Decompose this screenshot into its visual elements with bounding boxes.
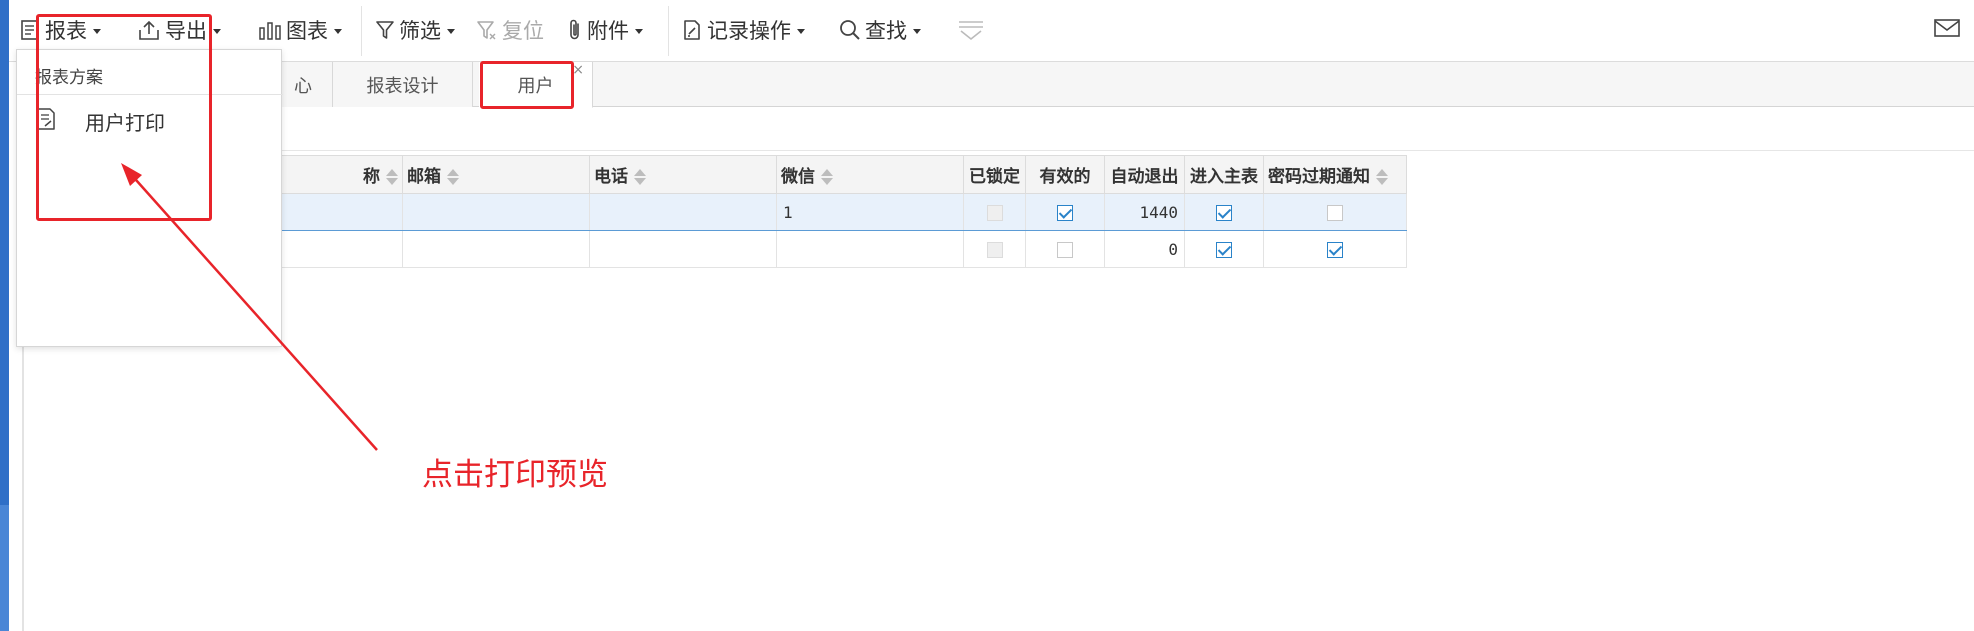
mail-icon[interactable] <box>1934 18 1960 42</box>
record-operations-button[interactable]: 记录操作 <box>681 14 805 46</box>
close-icon[interactable]: × <box>572 63 584 77</box>
password-notice-checkbox[interactable] <box>1327 242 1343 258</box>
filter-label: 筛选 <box>399 19 441 43</box>
password-notice-checkbox[interactable] <box>1327 205 1343 221</box>
left-edge-strip-lower <box>0 505 9 631</box>
left-edge-strip <box>0 0 9 631</box>
valid-checkbox[interactable] <box>1057 205 1073 221</box>
filter-icon <box>375 19 395 41</box>
cell-locked[interactable] <box>963 193 1026 231</box>
cell-phone[interactable] <box>589 193 777 231</box>
locked-checkbox <box>986 205 1003 221</box>
attachment-button[interactable]: 附件 <box>567 14 643 46</box>
cell-password-notice[interactable] <box>1263 230 1407 268</box>
column-header-locked[interactable]: 已锁定 <box>963 155 1026 194</box>
annotation-box-user-tab <box>480 61 574 109</box>
cell-valid[interactable] <box>1025 193 1105 231</box>
column-header-wechat[interactable]: 微信 <box>776 155 964 194</box>
tab-label: 心 <box>294 75 312 97</box>
cell-email[interactable] <box>402 230 590 268</box>
annotation-box-report-menu <box>36 14 212 221</box>
edit-document-icon <box>681 18 703 42</box>
column-header-phone[interactable]: 电话 <box>589 155 777 194</box>
paperclip-icon <box>567 18 583 42</box>
valid-checkbox[interactable] <box>1057 242 1073 258</box>
reset-label: 复位 <box>502 19 544 43</box>
chart-button[interactable]: 图表 <box>258 14 342 46</box>
column-header-auto-logout[interactable]: 自动退出 <box>1104 155 1185 194</box>
chevron-down-icon <box>213 28 221 34</box>
find-label: 查找 <box>865 19 907 43</box>
sub-toolbar-area <box>22 107 1974 151</box>
column-header-enter-main[interactable]: 进入主表 <box>1184 155 1264 194</box>
column-header-password-notice[interactable]: 密码过期通知 <box>1263 155 1407 194</box>
sort-icon[interactable] <box>1376 168 1388 186</box>
tab-bar: 心 报表设计 用户 × <box>22 62 1974 108</box>
column-header-email[interactable]: 邮箱 <box>402 155 590 194</box>
search-icon <box>839 19 861 41</box>
cell-password-notice[interactable] <box>1263 193 1407 231</box>
sort-icon[interactable] <box>821 168 833 186</box>
toolbar-divider <box>668 6 669 56</box>
sort-icon[interactable] <box>386 168 398 186</box>
reset-button[interactable]: 复位 <box>476 14 544 46</box>
tab-label: 报表设计 <box>366 75 439 97</box>
cell-wechat[interactable]: 1 <box>776 193 964 231</box>
chevron-down-icon <box>913 28 921 34</box>
clear-filter-icon <box>476 19 498 41</box>
filter-button[interactable]: 筛选 <box>375 14 455 46</box>
enter-main-checkbox[interactable] <box>1216 242 1232 258</box>
chevron-down-icon <box>635 28 643 34</box>
collapse-toolbar-button[interactable] <box>957 14 985 46</box>
chart-label: 图表 <box>286 19 328 43</box>
sort-icon[interactable] <box>634 168 646 186</box>
annotation-text: 点击打印预览 <box>422 457 608 493</box>
cell-locked[interactable] <box>963 230 1026 268</box>
enter-main-checkbox[interactable] <box>1216 205 1232 221</box>
chevron-down-icon <box>334 28 342 34</box>
find-button[interactable]: 查找 <box>839 14 921 46</box>
bar-chart-icon <box>258 19 282 41</box>
cell-enter-main[interactable] <box>1184 193 1264 231</box>
cell-auto-logout[interactable]: 0 <box>1104 230 1185 268</box>
cell-valid[interactable] <box>1025 230 1105 268</box>
locked-checkbox <box>986 242 1003 258</box>
collapse-icon <box>957 18 985 42</box>
chevron-down-icon <box>447 28 455 34</box>
cell-phone[interactable] <box>589 230 777 268</box>
toolbar-divider <box>361 6 362 56</box>
record-operations-label: 记录操作 <box>707 19 791 43</box>
toolbar: 报表 导出 图表 筛选 复位 附件 记录操作 查找 <box>9 0 1974 62</box>
cell-enter-main[interactable] <box>1184 230 1264 268</box>
sort-icon[interactable] <box>447 168 459 186</box>
cell-email[interactable] <box>402 193 590 231</box>
attachment-label: 附件 <box>587 19 629 43</box>
column-header-valid[interactable]: 有效的 <box>1025 155 1105 194</box>
cell-auto-logout[interactable]: 1440 <box>1104 193 1185 231</box>
chevron-down-icon <box>797 28 805 34</box>
cell-wechat[interactable] <box>776 230 964 268</box>
tab-report-design[interactable]: 报表设计 <box>333 62 473 107</box>
